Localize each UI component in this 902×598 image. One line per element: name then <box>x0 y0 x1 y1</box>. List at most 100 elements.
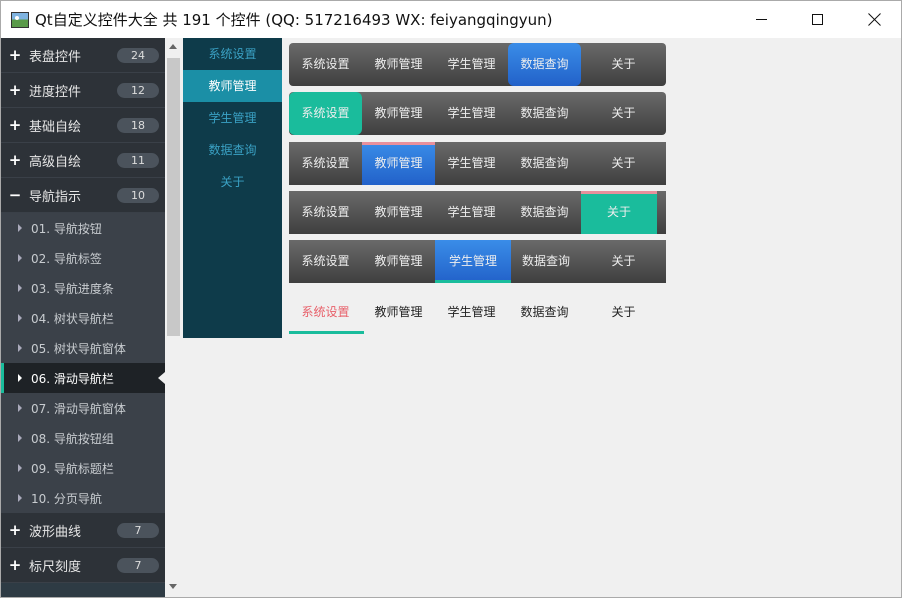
slide-nav-bar-2: 系统设置 教师管理 学生管理 数据查询 关于 <box>289 92 666 135</box>
nav-item-students[interactable]: 学生管理 <box>435 92 508 135</box>
nav-item-settings[interactable]: 系统设置 <box>289 191 362 234</box>
nav-item-about[interactable]: 关于 <box>581 92 666 135</box>
expand-icon: + <box>8 151 22 169</box>
close-icon <box>868 13 881 26</box>
active-pointer-icon <box>158 372 165 384</box>
nav-item-query[interactable]: 数据查询 <box>508 142 581 185</box>
close-button[interactable] <box>845 1 901 38</box>
sidebar-group-navigation[interactable]: − 导航指示 10 <box>1 178 165 213</box>
count-badge: 7 <box>117 523 159 538</box>
nav-item-query[interactable]: 数据查询 <box>508 191 581 234</box>
nav-item-about[interactable]: 关于 <box>581 43 666 86</box>
nav-item-about[interactable]: 关于 <box>581 142 666 185</box>
nav-item-teachers[interactable]: 教师管理 <box>362 291 435 334</box>
maximize-button[interactable] <box>788 1 846 38</box>
scroll-up-icon[interactable] <box>169 44 177 49</box>
sidebar-item-label: 05. 树状导航窗体 <box>31 341 126 356</box>
nav-item-students[interactable]: 学生管理 <box>435 191 508 234</box>
caret-right-icon <box>18 464 22 472</box>
sidebar-item-label: 09. 导航标题栏 <box>31 461 114 476</box>
minimize-button[interactable] <box>732 1 790 38</box>
sidebar-group-dial[interactable]: + 表盘控件 24 <box>1 38 165 73</box>
minimize-icon <box>755 19 767 20</box>
vnav-item-settings[interactable]: 系统设置 <box>183 38 282 70</box>
sidebar-item-active[interactable]: 06. 滑动导航栏 <box>1 363 165 393</box>
collapse-icon: − <box>8 186 22 204</box>
slide-nav-bar-4: 系统设置 教师管理 学生管理 数据查询 关于 <box>289 191 666 234</box>
caret-right-icon <box>18 254 22 262</box>
nav-item-teachers[interactable]: 教师管理 <box>362 92 435 135</box>
main-window: Qt自定义控件大全 共 191 个控件 (QQ: 517216493 WX: f… <box>0 0 902 598</box>
sidebar-scrollbar[interactable] <box>165 38 182 597</box>
caret-right-icon <box>18 494 22 502</box>
nav-item-about-active[interactable]: 关于 <box>581 191 657 234</box>
caret-right-icon <box>18 284 22 292</box>
vnav-item-teachers[interactable]: 教师管理 <box>183 70 282 102</box>
sidebar-item-label: 04. 树状导航栏 <box>31 311 114 326</box>
sidebar-group-ruler[interactable]: + 标尺刻度 7 <box>1 548 165 583</box>
nav-item-query-active[interactable]: 数据查询 <box>508 43 581 86</box>
expand-icon: + <box>8 556 22 574</box>
sidebar-item[interactable]: 02. 导航标签 <box>1 243 165 273</box>
nav-item-settings[interactable]: 系统设置 <box>289 43 362 86</box>
expand-icon: + <box>8 521 22 539</box>
nav-item-query[interactable]: 数据查询 <box>508 291 581 334</box>
count-badge: 12 <box>117 83 159 98</box>
nav-item-teachers-active[interactable]: 教师管理 <box>362 142 435 185</box>
nav-item-query[interactable]: 数据查询 <box>508 92 581 135</box>
sidebar-item[interactable]: 09. 导航标题栏 <box>1 453 165 483</box>
count-badge: 18 <box>117 118 159 133</box>
sidebar-item[interactable]: 01. 导航按钮 <box>1 213 165 243</box>
expand-icon: + <box>8 81 22 99</box>
count-badge: 10 <box>117 188 159 203</box>
slide-nav-bar-5: 系统设置 教师管理 学生管理 数据查询 关于 <box>289 240 666 283</box>
nav-item-query[interactable]: 数据查询 <box>511 240 581 283</box>
sidebar-group-waveform[interactable]: + 波形曲线 7 <box>1 513 165 548</box>
vnav-item-about[interactable]: 关于 <box>183 166 282 198</box>
nav-item-students-active[interactable]: 学生管理 <box>435 240 511 283</box>
slide-nav-bar-6: 系统设置 教师管理 学生管理 数据查询 关于 <box>289 291 666 334</box>
title-bar: Qt自定义控件大全 共 191 个控件 (QQ: 517216493 WX: f… <box>1 1 901 38</box>
caret-right-icon <box>18 434 22 442</box>
caret-right-icon <box>18 344 22 352</box>
sidebar-item[interactable]: 03. 导航进度条 <box>1 273 165 303</box>
sidebar-item[interactable]: 07. 滑动导航窗体 <box>1 393 165 423</box>
nav-item-students[interactable]: 学生管理 <box>435 291 508 334</box>
expand-icon: + <box>8 116 22 134</box>
sidebar-item[interactable]: 10. 分页导航 <box>1 483 165 513</box>
vnav-item-query[interactable]: 数据查询 <box>183 134 282 166</box>
count-badge: 7 <box>117 558 159 573</box>
nav-item-about[interactable]: 关于 <box>581 240 666 283</box>
sidebar-group-advanced-draw[interactable]: + 高级自绘 11 <box>1 143 165 178</box>
sidebar-group-progress[interactable]: + 进度控件 12 <box>1 73 165 108</box>
sidebar-item-label: 10. 分页导航 <box>31 491 102 506</box>
sidebar-item-label: 07. 滑动导航窗体 <box>31 401 126 416</box>
nav-item-settings-active[interactable]: 系统设置 <box>289 92 362 135</box>
sidebar-group-basic-draw[interactable]: + 基础自绘 18 <box>1 108 165 143</box>
count-badge: 24 <box>117 48 159 63</box>
sidebar-item-label: 03. 导航进度条 <box>31 281 114 296</box>
sidebar-nav: + 表盘控件 24 + 进度控件 12 + 基础自绘 18 + 高级自绘 11 … <box>1 38 165 597</box>
nav-item-students[interactable]: 学生管理 <box>435 142 508 185</box>
caret-right-icon <box>18 404 22 412</box>
caret-right-icon <box>18 224 22 232</box>
maximize-icon <box>811 14 823 25</box>
vnav-item-students[interactable]: 学生管理 <box>183 102 282 134</box>
vertical-slide-nav: 系统设置 教师管理 学生管理 数据查询 关于 <box>183 38 282 338</box>
nav-item-students[interactable]: 学生管理 <box>435 43 508 86</box>
caret-right-icon <box>18 314 22 322</box>
expand-icon: + <box>8 46 22 64</box>
nav-item-settings[interactable]: 系统设置 <box>289 240 362 283</box>
sidebar-item-label: 08. 导航按钮组 <box>31 431 114 446</box>
nav-item-teachers[interactable]: 教师管理 <box>362 43 435 86</box>
sidebar-item[interactable]: 04. 树状导航栏 <box>1 303 165 333</box>
nav-item-settings[interactable]: 系统设置 <box>289 142 362 185</box>
scroll-down-icon[interactable] <box>169 584 177 589</box>
nav-item-teachers[interactable]: 教师管理 <box>362 240 435 283</box>
sidebar-item[interactable]: 08. 导航按钮组 <box>1 423 165 453</box>
scroll-thumb[interactable] <box>167 58 180 336</box>
nav-item-settings-active[interactable]: 系统设置 <box>289 291 364 334</box>
nav-item-teachers[interactable]: 教师管理 <box>362 191 435 234</box>
sidebar-item[interactable]: 05. 树状导航窗体 <box>1 333 165 363</box>
nav-item-about[interactable]: 关于 <box>581 291 666 334</box>
